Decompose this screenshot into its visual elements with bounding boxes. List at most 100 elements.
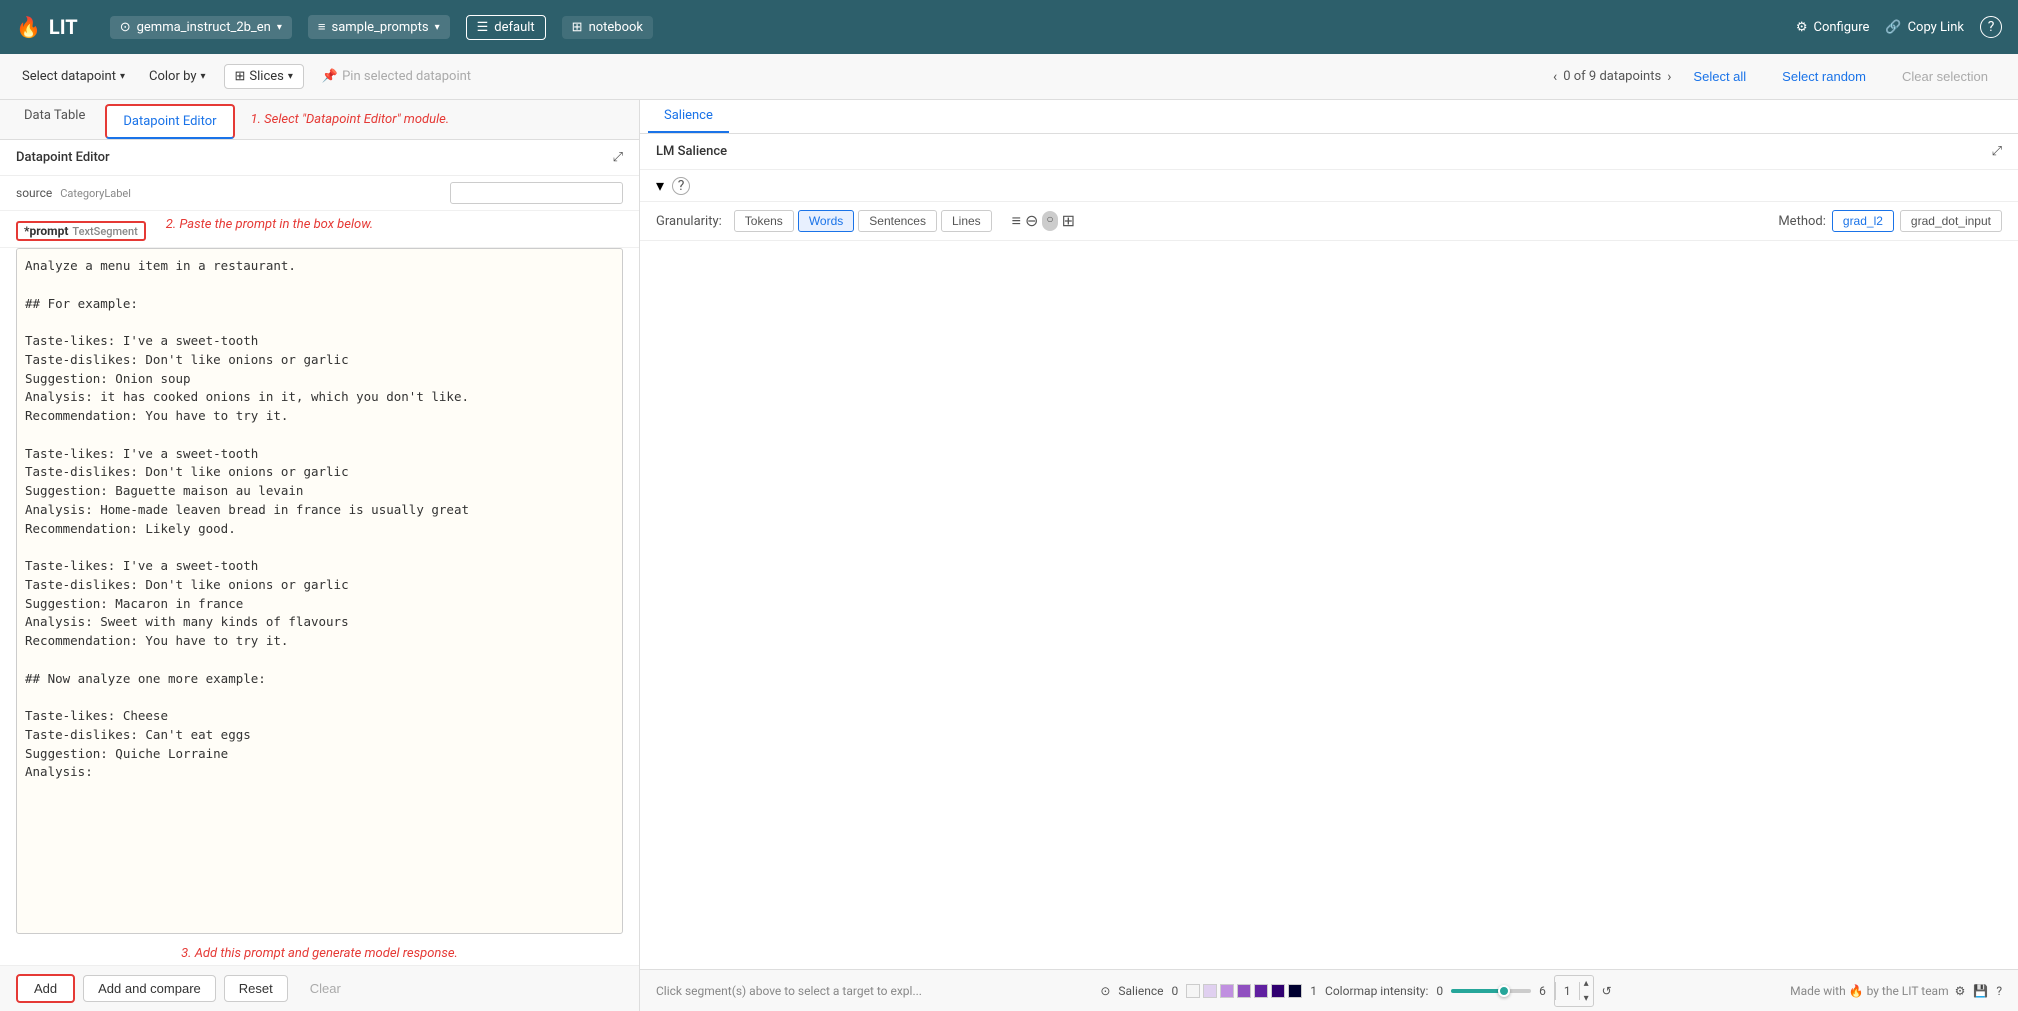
expand-icon[interactable]: ⤢: [613, 150, 623, 165]
model-selector[interactable]: ⊙ gemma_instruct_2b_en ▾: [110, 16, 292, 39]
lm-salience-title: LM Salience: [656, 144, 727, 159]
notebook-icon: ⊞: [572, 20, 583, 35]
stepper-value: 1: [1555, 982, 1580, 1000]
granularity-lines[interactable]: Lines: [941, 210, 992, 232]
granularity-controls: Granularity: Tokens Words Sentences Line…: [640, 202, 2018, 241]
swatch-2: [1203, 984, 1217, 998]
tab-data-table[interactable]: Data Table: [8, 100, 101, 140]
footer-right-section: Made with 🔥 by the LIT team ⚙ 💾 ?: [1790, 984, 2002, 998]
datapoints-nav: ‹ 0 of 9 datapoints ›: [1553, 69, 1671, 85]
stepper-down[interactable]: ▾: [1580, 991, 1593, 1006]
salience-main-area: [640, 241, 2018, 969]
select-datapoint-button[interactable]: Select datapoint ▾: [16, 65, 131, 88]
prompt-sublabel: TextSegment: [72, 225, 137, 238]
granularity-sentences[interactable]: Sentences: [858, 210, 937, 232]
source-label: source: [16, 186, 52, 200]
instruction-1: 1. Select "Datapoint Editor" module.: [251, 112, 450, 127]
app-name: LIT: [49, 15, 78, 39]
configure-button[interactable]: ⚙ Configure: [1796, 20, 1870, 35]
notebook-name: notebook: [589, 20, 643, 35]
method-grad-l2[interactable]: grad_l2: [1832, 210, 1894, 232]
clear-button[interactable]: Clear: [296, 976, 355, 1001]
salience-text: Salience: [1118, 984, 1163, 998]
save-icon[interactable]: 💾: [1973, 984, 1988, 998]
granularity-label: Granularity:: [656, 214, 722, 229]
swatch-1: [1186, 984, 1200, 998]
flame-icon: 🔥: [16, 15, 41, 39]
tab-salience[interactable]: Salience: [648, 100, 729, 133]
refresh-icon[interactable]: ↺: [1602, 984, 1612, 998]
app-logo: 🔥 LIT: [16, 15, 78, 39]
select-datapoint-label: Select datapoint: [22, 69, 116, 84]
salience-footer: Click segment(s) above to select a targe…: [640, 969, 2018, 1011]
next-datapoint-button[interactable]: ›: [1667, 69, 1671, 85]
clear-selection-button[interactable]: Clear selection: [1888, 65, 2002, 88]
salience-info-icon[interactable]: ?: [672, 177, 690, 195]
method-section: Method: grad_l2 grad_dot_input: [1778, 210, 2002, 232]
granularity-words[interactable]: Words: [798, 210, 854, 232]
source-field-row: source CategoryLabel: [0, 176, 639, 211]
list-icon[interactable]: ≡: [1012, 211, 1021, 231]
add-and-compare-button[interactable]: Add and compare: [83, 975, 216, 1002]
help2-icon[interactable]: ?: [1996, 984, 2002, 998]
slices-button[interactable]: ⊞ Slices ▾: [224, 64, 304, 89]
settings-icon[interactable]: ⚙: [1955, 984, 1966, 998]
method-label: Method:: [1778, 214, 1826, 229]
instruction-2: 2. Paste the prompt in the box below.: [166, 217, 374, 232]
colormap-max: 6: [1539, 984, 1546, 998]
config-selector[interactable]: ☰ default: [466, 15, 546, 40]
slider-thumb: [1498, 985, 1510, 997]
add-button[interactable]: Add: [16, 974, 75, 1003]
granularity-buttons: Tokens Words Sentences Lines: [734, 210, 992, 232]
toggle-icon[interactable]: ○: [1042, 211, 1057, 231]
dataset-dropdown-icon: ▾: [435, 22, 440, 33]
main-content: Data Table Datapoint Editor 1. Select "D…: [0, 100, 2018, 1011]
prev-datapoint-button[interactable]: ‹: [1553, 69, 1557, 85]
stepper: 1 ▴ ▾: [1554, 975, 1594, 1007]
app-header: 🔥 LIT ⊙ gemma_instruct_2b_en ▾ ≡ sample_…: [0, 0, 2018, 54]
help-icon: ?: [1988, 19, 1995, 35]
pin-datapoint-button[interactable]: 📌 Pin selected datapoint: [316, 65, 477, 88]
footer-made-with: Made with 🔥 by the LIT team: [1790, 984, 1948, 998]
tab-data-table-label: Data Table: [24, 108, 85, 123]
dataset-selector[interactable]: ≡ sample_prompts ▾: [308, 15, 450, 39]
circle-icon[interactable]: ⊖: [1025, 211, 1038, 231]
model-db-icon: ⊙: [120, 20, 131, 35]
lm-salience-header: LM Salience ⤢: [640, 134, 2018, 170]
slices-label: Slices: [249, 69, 283, 84]
right-expand-icon[interactable]: ⤢: [1992, 144, 2002, 159]
model-dropdown-icon: ▾: [277, 22, 282, 33]
color-by-arrow: ▾: [200, 71, 205, 82]
help-button[interactable]: ?: [1980, 16, 2002, 38]
select-random-button[interactable]: Select random: [1768, 65, 1880, 88]
prompt-label: *prompt: [24, 224, 68, 238]
gear-icon: ⚙: [1796, 20, 1808, 35]
notebook-selector[interactable]: ⊞ notebook: [562, 16, 653, 39]
copy-link-label: Copy Link: [1908, 20, 1964, 35]
reset-button[interactable]: Reset: [224, 975, 288, 1002]
source-input[interactable]: [450, 182, 623, 204]
grid-icon[interactable]: ⊞: [1062, 211, 1075, 231]
colormap-intensity-label: Colormap intensity:: [1325, 984, 1428, 998]
copy-link-button[interactable]: 🔗 Copy Link: [1885, 20, 1964, 35]
datapoints-count: 0 of 9 datapoints: [1563, 69, 1661, 84]
footer-hint: Click segment(s) above to select a targe…: [656, 984, 922, 998]
stepper-up[interactable]: ▴: [1580, 976, 1593, 991]
stepper-arrows: ▴ ▾: [1580, 976, 1593, 1006]
pin-label: Pin selected datapoint: [342, 69, 471, 84]
salience-min: 0: [1172, 984, 1179, 998]
pin-icon: 📌: [322, 69, 338, 84]
color-by-button[interactable]: Color by ▾: [143, 65, 212, 88]
swatch-6: [1271, 984, 1285, 998]
method-grad-dot-input[interactable]: grad_dot_input: [1900, 210, 2002, 232]
footer-action-icons: ⚙ 💾 ?: [1955, 984, 2002, 998]
colormap-slider[interactable]: [1451, 989, 1531, 993]
tab-datapoint-editor[interactable]: Datapoint Editor: [105, 104, 234, 139]
source-sublabel: CategoryLabel: [60, 187, 131, 200]
granularity-tokens[interactable]: Tokens: [734, 210, 794, 232]
prompt-textarea[interactable]: Analyze a menu item in a restaurant. ## …: [16, 248, 623, 934]
select-all-button[interactable]: Select all: [1679, 65, 1760, 88]
tab-datapoint-editor-label: Datapoint Editor: [123, 114, 216, 129]
slices-arrow: ▾: [288, 71, 293, 82]
salience-dropdown-icon[interactable]: ▾: [656, 176, 664, 195]
